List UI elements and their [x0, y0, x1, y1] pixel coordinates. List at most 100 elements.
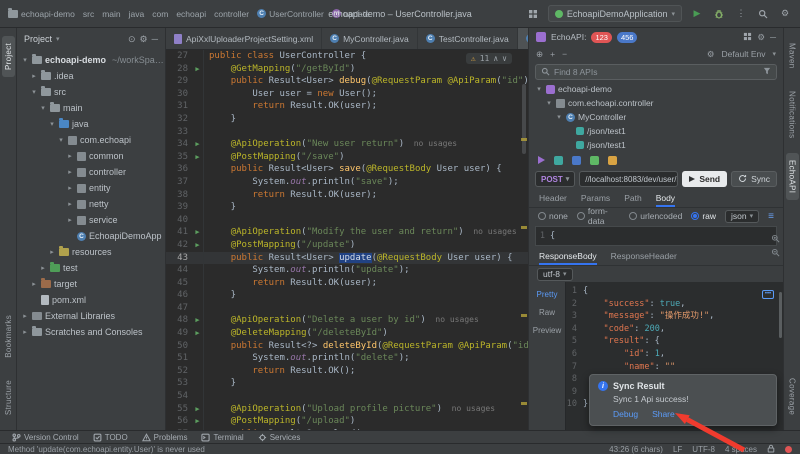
tree-item-external-libraries[interactable]: ▸ External Libraries [17, 308, 165, 324]
tree-item-common[interactable]: ▸ common [17, 148, 165, 164]
toolwindow-button-coverage[interactable]: Coverage [786, 371, 799, 422]
tree-item-controller[interactable]: ▸ controller [17, 164, 165, 180]
tree-arrow[interactable]: ▸ [66, 152, 74, 160]
toolwindow-button-notifications[interactable]: Notifications [786, 84, 799, 145]
breadcrumb-item-echoapi[interactable]: echoapi [176, 9, 206, 19]
panel-options-icon[interactable]: ⚙ [140, 34, 148, 45]
env-gear-icon[interactable]: ⚙ [707, 49, 715, 60]
tree-arrow[interactable]: ▸ [30, 280, 38, 288]
send-button[interactable]: Send [682, 171, 728, 187]
search-everywhere-button[interactable] [756, 7, 770, 21]
filter-icon[interactable] [763, 67, 771, 77]
response-tab-responseheader[interactable]: ResponseHeader [611, 248, 677, 265]
tree-arrow[interactable]: ▸ [21, 312, 29, 320]
breadcrumb-item-controller[interactable]: controller [214, 9, 249, 19]
encoding-selector[interactable]: utf-8 ▾ [537, 267, 573, 281]
tree-item-entity[interactable]: ▸ entity [17, 180, 165, 196]
comment-icon[interactable]: ••• [762, 290, 774, 299]
code-line[interactable]: 55 ▶ @ApiOperation("Upload profile pictur… [166, 402, 528, 416]
tree-item-echoapi-demo[interactable]: ▾ echoapi-demo ~/workSpace/echo... [17, 52, 165, 68]
tree-arrow[interactable]: ▸ [66, 184, 74, 192]
code-line[interactable]: 35 ▶ @PostMapping("/save") [166, 150, 528, 164]
expand-all-icon[interactable]: + [550, 49, 555, 59]
hide-panel-icon[interactable]: ─ [152, 34, 158, 44]
tool-todo[interactable]: TODO [87, 431, 134, 443]
notification-dot[interactable] [785, 445, 792, 453]
tree-arrow[interactable]: ▾ [535, 85, 543, 93]
code-line[interactable]: 46 } [166, 289, 528, 302]
panel-settings-icon[interactable]: ⚙ [757, 32, 765, 43]
breadcrumb-item-java[interactable]: java [129, 9, 145, 19]
tree-item-com-echoapi[interactable]: ▾ com.echoapi [17, 132, 165, 148]
editor-tab-apixxluploaderprojectsetting-xml[interactable]: ApiXxlUploaderProjectSetting.xml [166, 28, 323, 49]
run-marker[interactable]: ▶ [192, 151, 203, 164]
tree-arrow[interactable]: ▸ [66, 168, 74, 176]
code-line[interactable]: 39 } [166, 201, 528, 214]
tree-item-resources[interactable]: ▸ resources [17, 244, 165, 260]
warning-stripe-mark[interactable] [521, 138, 527, 141]
code-line[interactable]: 36 public Result<User> save(@RequestBody… [166, 163, 528, 176]
code-line[interactable]: 29 public Result<User> debug(@RequestPar… [166, 75, 528, 88]
tree-arrow[interactable]: ▸ [66, 216, 74, 224]
minimize-icon[interactable]: ─ [770, 32, 776, 42]
code-line[interactable]: 53 } [166, 377, 528, 391]
body-type-form-data[interactable]: form-data [576, 206, 620, 226]
request-body-editor[interactable]: 1 { [535, 226, 777, 246]
file-encoding-indicator[interactable]: UTF-8 [692, 445, 715, 454]
tree-item-java[interactable]: ▾ java [17, 116, 165, 132]
zoom-in-icon[interactable] [771, 234, 780, 245]
code-line[interactable]: 45 return Result.OK(user); [166, 276, 528, 290]
tree-item-test[interactable]: ▸ test [17, 260, 165, 276]
tool-problems[interactable]: Problems [136, 431, 194, 443]
env-selector[interactable]: Default Env [722, 49, 766, 59]
breadcrumb-item-com[interactable]: com [152, 9, 168, 19]
tree-arrow[interactable]: ▾ [57, 136, 65, 144]
breadcrumb-item-echoapi-demo[interactable]: echoapi-demo [8, 7, 75, 19]
view-tab-pretty[interactable]: Pretty [529, 287, 565, 302]
api-tree-item-com-echoapi-controller-1[interactable]: ▾ com.echoapi.controller [529, 96, 783, 110]
zoom-out-icon[interactable] [771, 248, 780, 259]
code-line[interactable]: 49 ▶ @DeleteMapping("/deleteById") [166, 327, 528, 340]
view-tab-raw[interactable]: Raw [529, 305, 565, 320]
tree-item-idea[interactable]: ▸ .idea [17, 68, 165, 84]
tree-arrow[interactable]: ▸ [21, 328, 29, 336]
tree-item-scratches-and-consoles[interactable]: ▸ Scratches and Consoles [17, 324, 165, 340]
locate-icon[interactable]: ⊕ [536, 49, 543, 60]
project-panel-title[interactable]: Project [24, 34, 52, 44]
tree-item-service[interactable]: ▸ service [17, 212, 165, 228]
code-line[interactable]: 48 ▶ @ApiOperation("Delete a user by id")… [166, 314, 528, 328]
code-line[interactable]: 30 User user = new User(); [166, 87, 528, 101]
api-tree-item-json-test1-3[interactable]: /json/test1 [529, 124, 783, 138]
api-search-box[interactable] [535, 64, 777, 80]
api-tree-item-json-test1-4[interactable]: /json/test1 [529, 138, 783, 152]
breadcrumb-item-usercontroller[interactable]: C UserController [257, 9, 324, 19]
mock-icon[interactable] [590, 155, 599, 165]
more-actions-icon[interactable]: ⋮ [734, 7, 748, 21]
run-marker[interactable]: ▶ [192, 138, 203, 151]
line-ending-indicator[interactable]: LF [673, 445, 682, 454]
run-marker[interactable]: ▶ [192, 327, 203, 340]
api-tree-item-mycontroller-2[interactable]: ▾ C MyController [529, 110, 783, 124]
api-search-input[interactable] [554, 67, 759, 77]
chevron-down-icon[interactable]: ▾ [56, 35, 60, 43]
run-marker[interactable]: ▶ [192, 415, 203, 428]
editor-scrollbar[interactable] [522, 84, 526, 154]
tree-arrow[interactable]: ▾ [21, 56, 29, 64]
body-type-raw[interactable]: raw [691, 211, 716, 221]
warning-stripe-mark[interactable] [521, 314, 527, 317]
code-line[interactable]: 42 ▶ @PostMapping("/update") [166, 238, 528, 252]
sync-button[interactable]: Sync [731, 171, 777, 187]
code-line[interactable]: 47 [166, 301, 528, 315]
body-format-selector[interactable]: json ▾ [725, 209, 760, 223]
code-line[interactable]: 33 [166, 125, 528, 139]
run-config-selector[interactable]: EchoapiDemoApplication ▾ [547, 5, 682, 22]
breadcrumb-item-src[interactable]: src [83, 9, 94, 19]
request-tab-params[interactable]: Params [581, 190, 610, 207]
warning-stripe-mark[interactable] [521, 226, 527, 229]
run-marker[interactable]: ▶ [192, 239, 203, 252]
docs-icon[interactable] [554, 155, 563, 165]
code-line[interactable]: 31 return Result.OK(user); [166, 100, 528, 113]
code-icon[interactable] [572, 155, 581, 165]
request-tab-header[interactable]: Header [539, 190, 567, 207]
code-line[interactable]: 34 ▶ @ApiOperation("New user return") no … [166, 138, 528, 151]
